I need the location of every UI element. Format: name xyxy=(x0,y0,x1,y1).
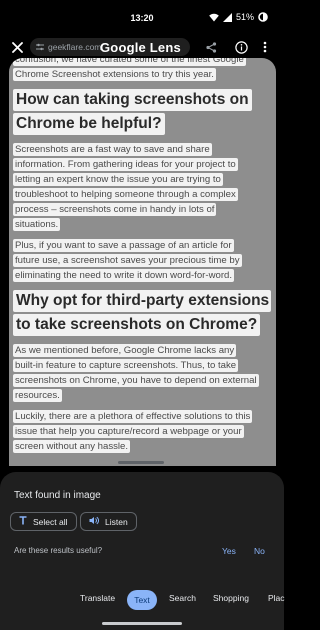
highlighted-heading-line[interactable]: How can taking screenshots on xyxy=(13,89,252,111)
text-icon xyxy=(19,516,27,527)
feedback-question: Are these results useful? xyxy=(14,546,103,555)
recognized-text[interactable]: confusion, we have curated some of the f… xyxy=(13,58,275,455)
results-sheet: Text found in image Select all Listen Ar… xyxy=(0,472,285,630)
listen-label: Listen xyxy=(105,516,128,527)
captured-image: confusion, we have curated some of the f… xyxy=(9,58,276,466)
lens-header: geekflare.com Google Lens xyxy=(0,36,284,58)
highlighted-text-line[interactable]: Screenshots are a fast way to save and s… xyxy=(13,143,212,156)
highlighted-text-line[interactable]: built-in feature to capture screenshots.… xyxy=(13,359,239,372)
source-url: geekflare.com xyxy=(48,42,102,52)
listen-button[interactable]: Listen xyxy=(80,512,137,531)
status-bar: 13:20 51% xyxy=(0,0,284,36)
feedback-yes-button[interactable]: Yes xyxy=(222,546,236,556)
sheet-title: Text found in image xyxy=(14,490,101,501)
highlighted-text-line[interactable]: troubleshoot to helping someone through … xyxy=(13,188,238,201)
highlighted-text-line[interactable]: confusion, we have curated some of the f… xyxy=(13,58,246,66)
tab-places[interactable]: Plac xyxy=(268,593,285,603)
tab-search[interactable]: Search xyxy=(169,593,196,603)
highlighted-text-line[interactable]: As we mentioned before, Google Chrome la… xyxy=(13,344,237,357)
select-all-label: Select all xyxy=(33,516,68,527)
highlighted-heading-line[interactable]: to take screenshots on Chrome? xyxy=(13,314,261,336)
tune-icon xyxy=(36,38,44,56)
feedback-no-button[interactable]: No xyxy=(254,546,265,556)
select-all-button[interactable]: Select all xyxy=(10,512,77,531)
highlighted-text-line[interactable]: screenshots on Chrome, you have to depen… xyxy=(13,374,259,387)
mode-tabs: Translate Text Search Shopping Plac xyxy=(0,590,285,612)
tab-text[interactable]: Text xyxy=(127,590,157,610)
more-vert-icon[interactable] xyxy=(256,38,274,56)
highlighted-text-line[interactable]: Luckily, there are a plethora of effecti… xyxy=(13,410,253,423)
battery-percent: 51% xyxy=(235,12,254,22)
status-icons: 51% xyxy=(209,12,268,22)
highlighted-heading-line[interactable]: Chrome be helpful? xyxy=(13,113,165,135)
highlighted-text-line[interactable]: screen without any hassle. xyxy=(13,440,131,453)
wifi-icon xyxy=(209,13,219,22)
highlighted-text-line[interactable]: information. From gathering ideas for yo… xyxy=(13,158,238,171)
battery-icon xyxy=(258,12,268,22)
page-title: Google Lens xyxy=(100,40,181,55)
signal-icon xyxy=(222,12,232,22)
tab-translate[interactable]: Translate xyxy=(80,593,115,603)
gesture-nav-bar[interactable] xyxy=(102,622,182,625)
tab-shopping[interactable]: Shopping xyxy=(213,593,249,603)
highlighted-heading-line[interactable]: Why opt for third-party extensions xyxy=(13,290,271,312)
share-icon[interactable] xyxy=(202,38,220,56)
highlighted-text-line[interactable]: future use, a screenshot saves your prec… xyxy=(13,254,242,267)
highlighted-text-line[interactable]: letting an expert know the issue you are… xyxy=(13,173,223,186)
highlighted-text-line[interactable]: Chrome Screenshot extensions to try this… xyxy=(13,68,216,81)
highlighted-text-line[interactable]: eliminating the need to write it down wo… xyxy=(13,269,235,282)
close-icon[interactable] xyxy=(8,38,26,56)
info-icon[interactable] xyxy=(232,38,250,56)
highlighted-text-line[interactable]: Plus, if you want to save a passage of a… xyxy=(13,239,234,252)
highlighted-text-line[interactable]: issue that help you capture/record a web… xyxy=(13,425,244,438)
drag-handle[interactable] xyxy=(118,461,164,464)
listen-icon xyxy=(89,516,99,527)
highlighted-text-line[interactable]: situations. xyxy=(13,218,61,231)
highlighted-text-line[interactable]: resources. xyxy=(13,389,62,402)
highlighted-text-line[interactable]: process – screenshots come in handy in l… xyxy=(13,203,217,216)
